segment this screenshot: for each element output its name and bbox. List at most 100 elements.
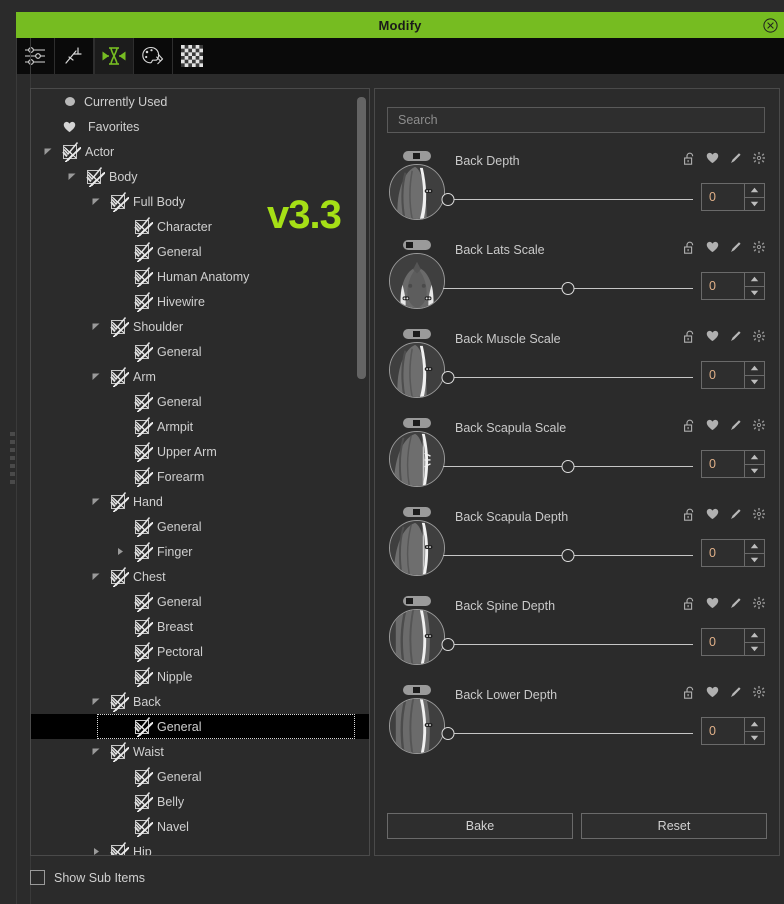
slider-value-spinner[interactable]: 0 [701,539,765,567]
heart-icon[interactable] [706,151,719,165]
toolbar-item-pose-icon[interactable] [55,38,94,74]
tree-item-armpit[interactable]: Armpit [31,414,369,439]
pencil-icon[interactable] [729,507,742,521]
slider-handle[interactable] [441,371,455,384]
slider-value-spinner[interactable]: 0 [701,361,765,389]
tree-item-checkbox[interactable] [135,441,153,462]
gear-icon[interactable] [752,596,765,610]
spinner-down-button[interactable] [745,643,764,656]
back-muscle-thumb[interactable] [389,342,445,398]
toolbar-item-sliders-icon[interactable] [16,38,55,74]
tree-item-checkbox[interactable] [135,216,153,237]
tree-item-general[interactable]: General [31,339,369,364]
tree-item-currently-used[interactable]: Currently Used [31,89,369,114]
tree-item-navel[interactable]: Navel [31,814,369,839]
chevron-right-icon[interactable] [113,539,127,564]
tree-item-checkbox[interactable] [135,666,153,687]
tree-item-checkbox[interactable] [135,816,153,837]
search-box[interactable] [387,107,765,133]
tree-item-checkbox[interactable] [135,241,153,262]
pencil-icon[interactable] [729,685,742,699]
slider-handle[interactable] [561,549,575,562]
heart-icon[interactable] [706,240,719,254]
spinner-down-button[interactable] [745,465,764,478]
lock-open-icon[interactable] [683,685,696,699]
show-sub-items-box[interactable] [30,870,45,885]
tree-item-breast[interactable]: Breast [31,614,369,639]
tree-item-checkbox[interactable] [135,791,153,812]
slider-value-spinner[interactable]: 0 [701,450,765,478]
gear-icon[interactable] [752,418,765,432]
tree-item-human-anatomy[interactable]: Human Anatomy [31,264,369,289]
back-depth-thumb[interactable] [389,164,445,220]
tree-item-finger[interactable]: Finger [31,539,369,564]
tree-item-waist[interactable]: Waist [31,739,369,764]
gear-icon[interactable] [752,151,765,165]
slider-value[interactable]: 0 [702,629,744,655]
tree-item-checkbox[interactable] [111,741,129,762]
tree-item-hivewire[interactable]: Hivewire [31,289,369,314]
spinner-up-button[interactable] [745,362,764,376]
spinner-up-button[interactable] [745,718,764,732]
gear-icon[interactable] [752,685,765,699]
slider-value[interactable]: 0 [702,184,744,210]
tree-item-chest[interactable]: Chest [31,564,369,589]
pencil-icon[interactable] [729,329,742,343]
slider-mode-toggle[interactable] [403,507,431,517]
chevron-down-icon[interactable] [89,314,103,339]
tree-item-checkbox[interactable] [87,166,105,187]
tree-item-arm[interactable]: Arm [31,364,369,389]
tree-item-favorites[interactable]: Favorites [31,114,369,139]
reset-button[interactable]: Reset [581,813,767,839]
tree-item-pectoral[interactable]: Pectoral [31,639,369,664]
gear-icon[interactable] [752,240,765,254]
heart-icon[interactable] [706,329,719,343]
tree-item-full-body[interactable]: Full Body [31,189,369,214]
tree-item-checkbox[interactable] [111,191,129,212]
heart-icon[interactable] [706,418,719,432]
tree-item-checkbox[interactable] [135,591,153,612]
back-scapula-depth-thumb[interactable] [389,520,445,576]
slider-value-spinner[interactable]: 0 [701,628,765,656]
tree-item-upper-arm[interactable]: Upper Arm [31,439,369,464]
tree-item-checkbox[interactable] [135,616,153,637]
tree-item-checkbox[interactable] [111,491,129,512]
tree-item-checkbox[interactable] [135,541,153,562]
tree-item-general[interactable]: General [31,239,369,264]
tree-item-checkbox[interactable] [135,416,153,437]
slider-value-spinner[interactable]: 0 [701,183,765,211]
pencil-icon[interactable] [729,596,742,610]
slider-track[interactable] [441,193,693,207]
tree-item-checkbox[interactable] [135,716,153,737]
slider-value[interactable]: 0 [702,540,744,566]
close-icon[interactable] [762,17,778,33]
gear-icon[interactable] [752,329,765,343]
tree-item-checkbox[interactable] [135,466,153,487]
tree-item-belly[interactable]: Belly [31,789,369,814]
spinner-down-button[interactable] [745,376,764,389]
tree-item-general[interactable]: General [31,764,369,789]
slider-value[interactable]: 0 [702,718,744,744]
tree-scrollbar[interactable] [357,94,366,846]
tree-item-checkbox[interactable] [111,566,129,587]
tree-item-checkbox[interactable] [135,516,153,537]
back-spine-thumb[interactable] [389,609,445,665]
chevron-right-icon[interactable] [89,839,103,855]
lock-open-icon[interactable] [683,596,696,610]
slider-handle[interactable] [441,727,455,740]
tree-item-checkbox[interactable] [135,291,153,312]
spinner-up-button[interactable] [745,451,764,465]
spinner-up-button[interactable] [745,273,764,287]
spinner-up-button[interactable] [745,184,764,198]
spinner-down-button[interactable] [745,198,764,211]
tree-item-character[interactable]: Character [31,214,369,239]
spinner-up-button[interactable] [745,629,764,643]
tree-item-back[interactable]: Back [31,689,369,714]
chevron-down-icon[interactable] [89,689,103,714]
chevron-down-icon[interactable] [65,164,79,189]
tree-item-checkbox[interactable] [135,766,153,787]
back-lower-thumb[interactable] [389,698,445,754]
tree-item-general[interactable]: General [31,714,369,739]
spinner-down-button[interactable] [745,732,764,745]
slider-value-spinner[interactable]: 0 [701,717,765,745]
